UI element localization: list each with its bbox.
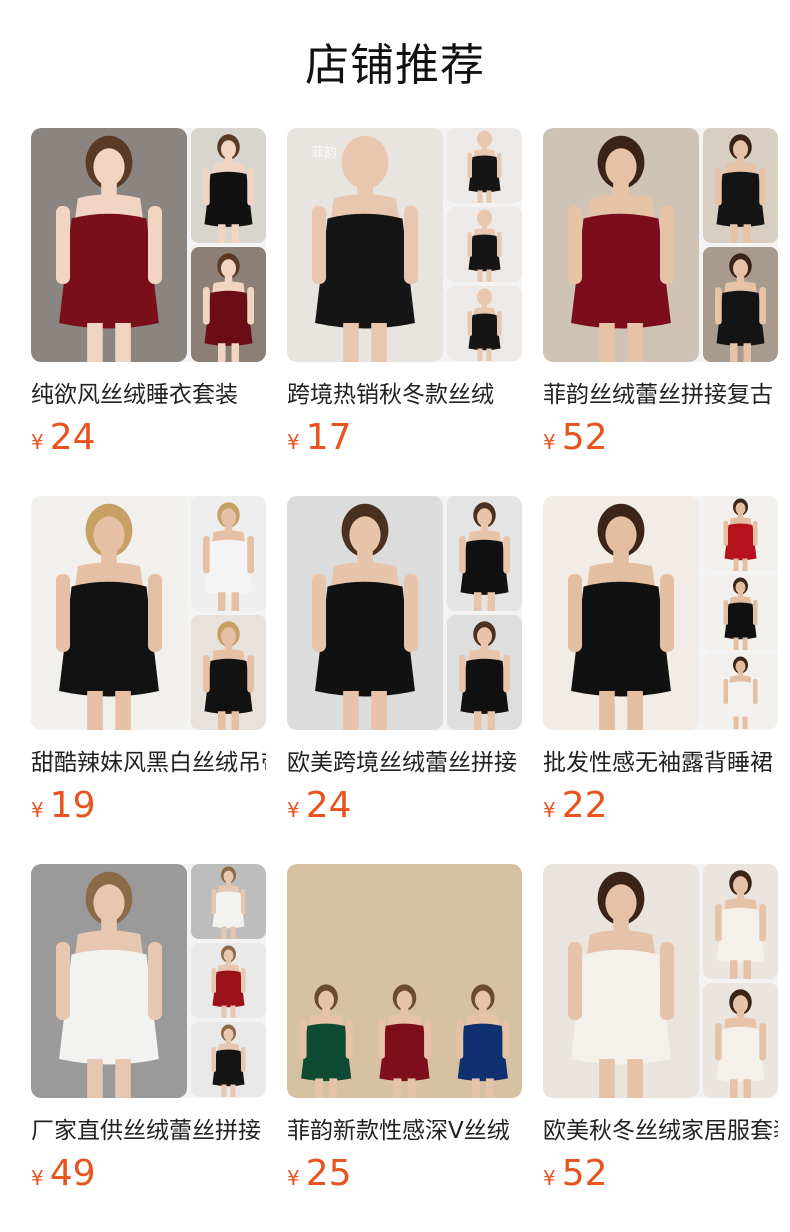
price-amount: 24 xyxy=(305,785,352,826)
product-price: ¥52 xyxy=(543,1154,778,1194)
product-card[interactable]: 欧美秋冬丝绒家居服套装 ¥52 xyxy=(543,864,778,1232)
product-price: ¥17 xyxy=(287,418,522,458)
product-thumbnail-image xyxy=(703,575,778,650)
currency-symbol: ¥ xyxy=(31,1166,44,1190)
product-title: 批发性感无袖露背睡裙 xyxy=(543,750,773,776)
product-thumbnail-image xyxy=(191,1022,266,1097)
price-amount: 49 xyxy=(49,1153,96,1194)
product-thumbnail-image xyxy=(703,128,778,243)
product-card[interactable]: 欧美跨境丝绒蕾丝拼接 ¥24 xyxy=(287,496,522,864)
product-image-collage xyxy=(543,128,778,362)
currency-symbol: ¥ xyxy=(31,430,44,454)
product-thumbnail-image xyxy=(191,496,266,611)
product-title: 纯欲风丝绒睡衣套装 xyxy=(31,382,238,408)
price-amount: 22 xyxy=(561,785,608,826)
product-image-collage xyxy=(287,864,522,1098)
product-thumbnail-image xyxy=(191,615,266,730)
product-thumbnail-image xyxy=(191,247,266,362)
product-main-image xyxy=(287,128,443,362)
product-card[interactable]: 纯欲风丝绒睡衣套装 ¥24 xyxy=(31,128,266,496)
product-thumbnail-image xyxy=(703,496,778,571)
currency-symbol: ¥ xyxy=(543,798,556,822)
product-title: 厂家直供丝绒蕾丝拼接 xyxy=(31,1118,261,1144)
product-price: ¥25 xyxy=(287,1154,522,1194)
product-image-collage xyxy=(31,128,266,362)
product-image-collage xyxy=(31,496,266,730)
product-thumbnail-image xyxy=(703,247,778,362)
product-price: ¥52 xyxy=(543,418,778,458)
product-card[interactable]: 菲韵新款性感深V丝绒 ¥25 xyxy=(287,864,522,1232)
product-thumbnail-image xyxy=(447,128,522,203)
currency-symbol: ¥ xyxy=(287,1166,300,1190)
product-main-image xyxy=(31,496,187,730)
product-title: 菲韵新款性感深V丝绒 xyxy=(287,1118,510,1144)
product-thumbnail-image xyxy=(703,654,778,729)
product-price: ¥49 xyxy=(31,1154,266,1194)
product-image-collage xyxy=(543,864,778,1098)
price-amount: 24 xyxy=(49,417,96,458)
currency-symbol: ¥ xyxy=(31,798,44,822)
product-card[interactable]: 批发性感无袖露背睡裙 ¥22 xyxy=(543,496,778,864)
product-main-image xyxy=(287,496,443,730)
product-price: ¥22 xyxy=(543,786,778,826)
product-card[interactable]: 菲韵 跨境热销秋冬款丝绒 ¥17 xyxy=(287,128,522,496)
product-image-collage xyxy=(287,496,522,730)
product-title: 跨境热销秋冬款丝绒 xyxy=(287,382,494,408)
price-amount: 17 xyxy=(305,417,352,458)
price-amount: 25 xyxy=(305,1153,352,1194)
product-title: 甜酷辣妹风黑白丝绒吊带 xyxy=(31,750,266,776)
currency-symbol: ¥ xyxy=(543,430,556,454)
price-amount: 19 xyxy=(49,785,96,826)
product-main-image xyxy=(543,864,699,1098)
product-main-image xyxy=(543,496,699,730)
product-main-image xyxy=(31,864,187,1098)
product-title: 欧美秋冬丝绒家居服套装 xyxy=(543,1118,778,1144)
product-title: 菲韵丝绒蕾丝拼接复古 xyxy=(543,382,773,408)
page-title: 店铺推荐 xyxy=(305,40,485,91)
product-main-image xyxy=(31,128,187,362)
product-image-collage xyxy=(543,496,778,730)
product-image-collage: 菲韵 xyxy=(287,128,522,362)
product-image-collage xyxy=(31,864,266,1098)
product-main-image xyxy=(287,864,522,1098)
product-thumbnail-image xyxy=(703,864,778,979)
product-thumbnail-image xyxy=(447,615,522,730)
product-thumbnail-image xyxy=(191,864,266,939)
product-grid: 纯欲风丝绒睡衣套装 ¥24 菲韵 跨境热销秋冬款丝绒 ¥17 菲韵丝绒蕾丝拼接复… xyxy=(31,128,779,1232)
product-price: ¥19 xyxy=(31,786,266,826)
product-price: ¥24 xyxy=(287,786,522,826)
currency-symbol: ¥ xyxy=(287,798,300,822)
currency-symbol: ¥ xyxy=(543,1166,556,1190)
product-card[interactable]: 厂家直供丝绒蕾丝拼接 ¥49 xyxy=(31,864,266,1232)
currency-symbol: ¥ xyxy=(287,430,300,454)
product-thumbnail-image xyxy=(447,207,522,282)
product-title: 欧美跨境丝绒蕾丝拼接 xyxy=(287,750,517,776)
product-thumbnail-image xyxy=(447,286,522,361)
product-card[interactable]: 甜酷辣妹风黑白丝绒吊带 ¥19 xyxy=(31,496,266,864)
price-amount: 52 xyxy=(561,417,608,458)
product-thumbnail-image xyxy=(191,943,266,1018)
product-main-image xyxy=(543,128,699,362)
price-amount: 52 xyxy=(561,1153,608,1194)
product-thumbnail-image xyxy=(191,128,266,243)
product-thumbnail-image xyxy=(703,983,778,1098)
product-price: ¥24 xyxy=(31,418,266,458)
product-card[interactable]: 菲韵丝绒蕾丝拼接复古 ¥52 xyxy=(543,128,778,496)
product-thumbnail-image xyxy=(447,496,522,611)
image-watermark: 菲韵 xyxy=(311,146,338,161)
